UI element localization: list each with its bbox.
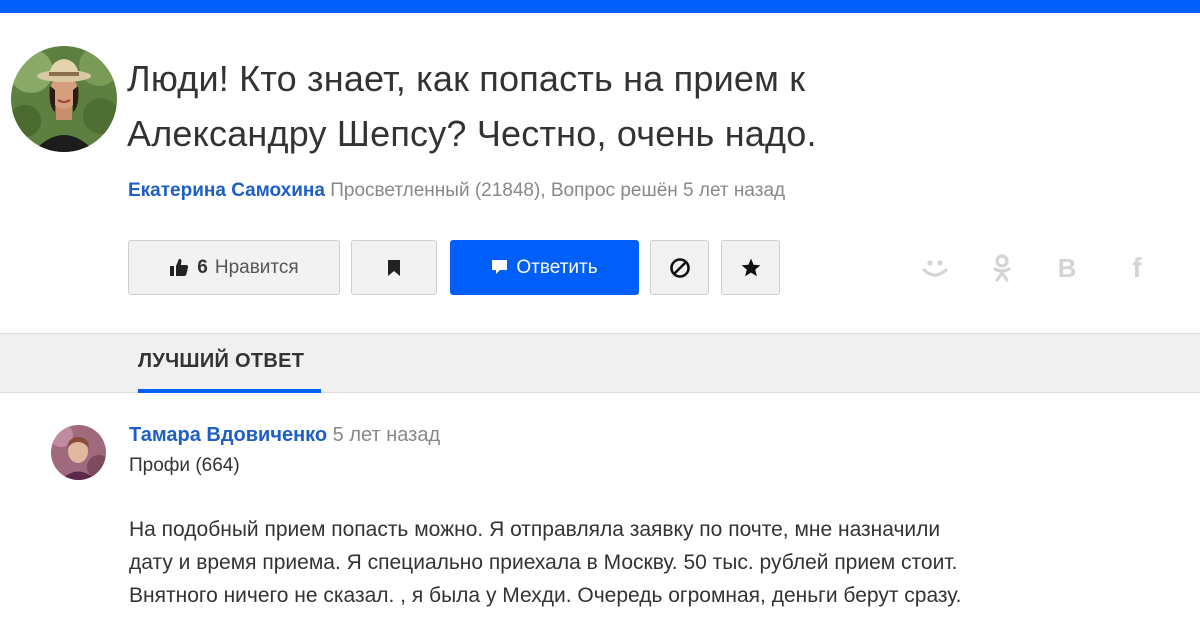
- question-title-line: Люди! Кто знает, как попасть на прием к: [127, 58, 806, 99]
- answer-time: 5 лет назад: [327, 424, 441, 446]
- star-icon: [741, 258, 761, 277]
- question-title: Люди! Кто знает, как попасть на прием к …: [127, 51, 1027, 161]
- bookmark-button[interactable]: [351, 240, 437, 295]
- answer-author-link[interactable]: Тамара Вдовиченко: [129, 424, 327, 446]
- answer-text-line: На подобный прием попасть можно. Я отпра…: [129, 518, 941, 541]
- like-label: Нравится: [214, 256, 299, 278]
- answer-author-avatar[interactable]: [51, 425, 106, 480]
- tab-active-underline: [138, 389, 321, 393]
- vk-icon[interactable]: В: [1052, 253, 1082, 283]
- answer-text-line: дату и время приема. Я специально приеха…: [129, 551, 958, 574]
- block-icon: [669, 257, 691, 279]
- question-author-avatar[interactable]: [11, 46, 117, 152]
- tab-best-answer[interactable]: ЛУЧШИЙ ОТВЕТ: [138, 350, 304, 373]
- facebook-icon[interactable]: f: [1122, 252, 1152, 283]
- top-accent-bar: [0, 0, 1200, 13]
- question-block: Люди! Кто знает, как попасть на прием к …: [0, 13, 1200, 333]
- like-button[interactable]: 6 Нравится: [128, 240, 340, 295]
- answer-text-line: Внятного ничего не сказал. , я была у Ме…: [129, 584, 962, 607]
- odnoklassniki-icon[interactable]: [987, 253, 1017, 283]
- report-button[interactable]: [650, 240, 709, 295]
- question-title-line: Александру Шепсу? Честно, очень надо.: [127, 113, 817, 154]
- question-author-link[interactable]: Екатерина Самохина: [128, 180, 325, 201]
- answer-author-rank: Профи (664): [129, 455, 240, 476]
- answers-tabs: ЛУЧШИЙ ОТВЕТ: [0, 333, 1200, 393]
- thumbs-up-icon: [169, 258, 189, 277]
- question-meta-text: Просветленный (21848), Вопрос решён 5 ле…: [324, 180, 786, 201]
- comment-icon: [491, 259, 508, 276]
- like-count: 6: [197, 256, 208, 278]
- vk-glyph: В: [1057, 252, 1077, 283]
- favorite-button[interactable]: [721, 240, 780, 295]
- answer-button-label: Ответить: [516, 256, 598, 278]
- answer-button[interactable]: Ответить: [450, 240, 639, 295]
- bookmark-icon: [387, 259, 401, 276]
- question-meta: Екатерина Самохина Просветленный (21848)…: [128, 178, 785, 204]
- mymail-icon[interactable]: [920, 253, 950, 283]
- facebook-glyph: f: [1132, 252, 1142, 283]
- answer-header: Тамара Вдовиченко 5 лет назад: [129, 422, 440, 448]
- best-answer: Тамара Вдовиченко 5 лет назад Профи (664…: [0, 394, 1200, 628]
- answer-text: На подобный прием попасть можно. Я отпра…: [129, 513, 1189, 612]
